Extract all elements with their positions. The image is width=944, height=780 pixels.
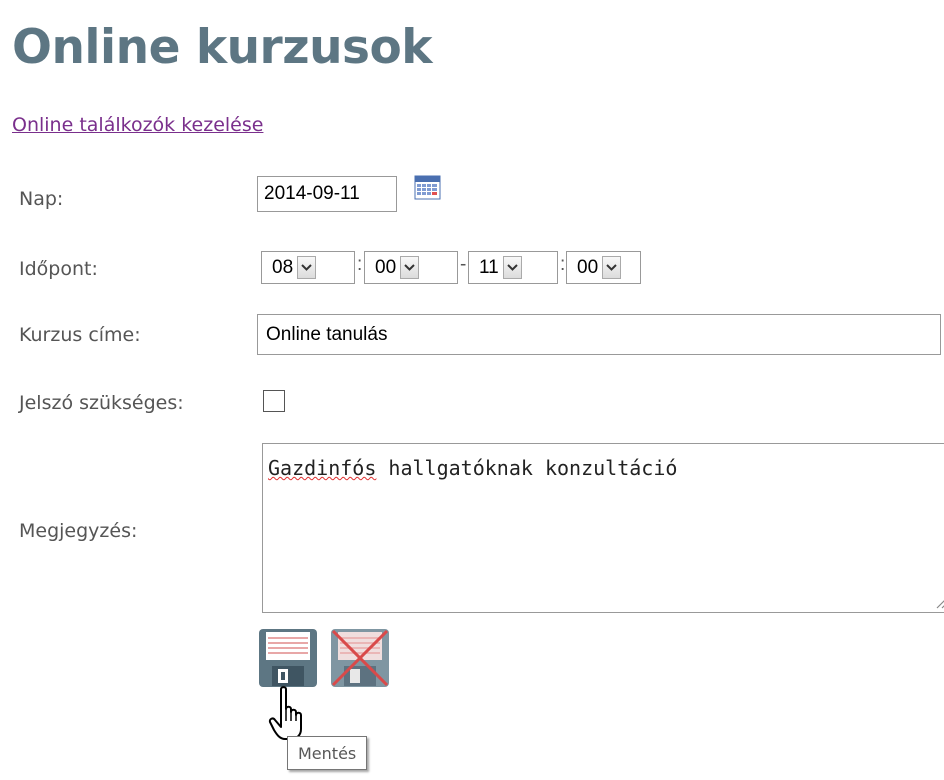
start-minute-value: 00: [375, 256, 397, 278]
course-title-label: Kurzus címe:: [19, 324, 141, 346]
date-input[interactable]: 2014-09-11: [257, 176, 397, 212]
range-separator: -: [460, 254, 467, 275]
start-hour-select[interactable]: 08: [261, 251, 355, 284]
manage-meetings-link[interactable]: Online találkozók kezelése: [12, 114, 263, 136]
time-label: Időpont:: [19, 258, 98, 280]
note-label: Megjegyzés:: [19, 520, 138, 542]
chevron-down-icon[interactable]: [400, 256, 420, 279]
start-hour-value: 08: [272, 256, 294, 278]
time-separator: :: [560, 254, 566, 275]
end-hour-select[interactable]: 11: [468, 251, 558, 284]
chevron-down-icon[interactable]: [602, 256, 622, 279]
password-required-label: Jelszó szükséges:: [19, 392, 184, 414]
password-required-checkbox[interactable]: [263, 390, 285, 412]
end-minute-select[interactable]: 00: [566, 251, 641, 284]
end-minute-value: 00: [577, 256, 599, 278]
hand-pointer-icon: [268, 686, 302, 740]
day-label: Nap:: [19, 188, 64, 210]
cancel-button[interactable]: [330, 628, 390, 688]
chevron-down-icon[interactable]: [297, 256, 317, 279]
time-separator: :: [357, 254, 363, 275]
calendar-icon[interactable]: [414, 175, 441, 200]
resize-handle-icon[interactable]: [934, 595, 944, 609]
chevron-down-icon[interactable]: [502, 256, 522, 279]
end-hour-value: 11: [479, 256, 499, 278]
misspelled-word: Gazdinfós: [268, 456, 377, 480]
note-text: hallgatóknak konzultáció: [376, 456, 678, 480]
start-minute-select[interactable]: 00: [364, 251, 458, 284]
page-title: Online kurzusok: [12, 20, 433, 75]
save-button[interactable]: [258, 628, 318, 688]
note-textarea[interactable]: Gazdinfós hallgatóknak konzultáció: [262, 443, 944, 613]
save-tooltip: Mentés: [287, 736, 368, 770]
course-title-input[interactable]: Online tanulás: [257, 314, 941, 355]
